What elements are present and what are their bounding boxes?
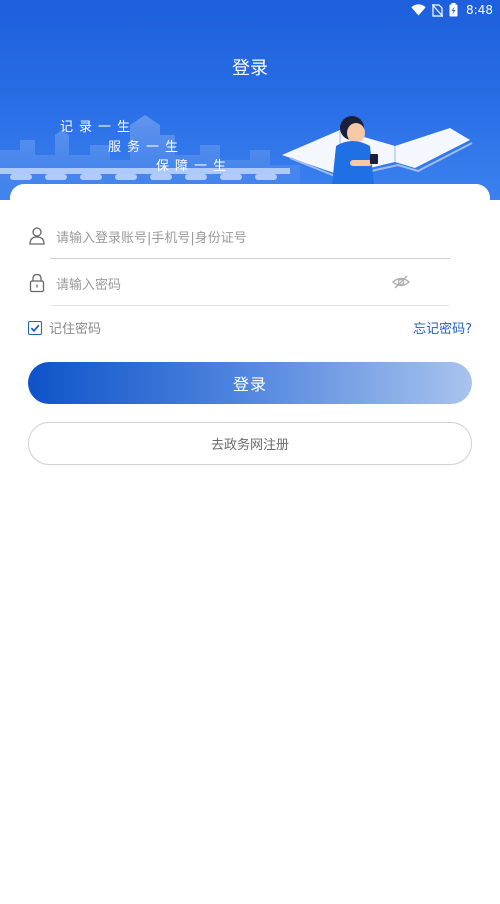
- checkmark-icon: [30, 324, 40, 332]
- remember-password-toggle[interactable]: 记住密码: [28, 318, 101, 337]
- password-underline: [50, 305, 450, 306]
- page-title: 登录: [232, 58, 268, 79]
- login-button[interactable]: 登录: [28, 362, 472, 404]
- remember-label: 记住密码: [49, 322, 102, 337]
- header-banner: 8:48 登录 记录一生 服务一生 保障一生: [0, 0, 500, 200]
- account-input[interactable]: 请输入登录账号|手机号|身份证号: [56, 227, 247, 246]
- password-field[interactable]: 请输入密码: [28, 260, 450, 306]
- battery-icon: [449, 3, 458, 17]
- clock: 8:48: [466, 3, 493, 17]
- account-underline: [50, 258, 450, 259]
- lock-icon: [29, 273, 45, 293]
- user-icon: [29, 227, 45, 245]
- eye-closed-icon[interactable]: [392, 274, 410, 290]
- status-bar: 8:48: [0, 0, 500, 22]
- remember-checkbox[interactable]: [28, 320, 42, 335]
- slogan-2: 服务一生: [108, 140, 185, 155]
- no-sim-icon: [432, 3, 444, 17]
- slogan-3: 保障一生: [156, 159, 233, 174]
- forgot-password-link[interactable]: 忘记密码?: [413, 318, 472, 337]
- wifi-icon: [411, 4, 426, 16]
- password-input[interactable]: 请输入密码: [56, 274, 121, 293]
- slogan-1: 记录一生: [60, 120, 137, 135]
- account-field[interactable]: 请输入登录账号|手机号|身份证号: [28, 213, 450, 259]
- register-button[interactable]: 去政务网注册: [28, 422, 472, 465]
